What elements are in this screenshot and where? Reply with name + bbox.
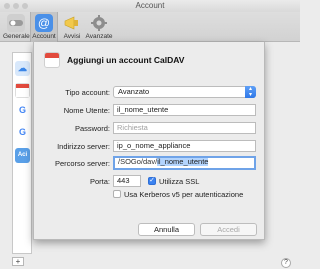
add-caldav-account-dialog: Aggiungi un account CalDAV Tipo account:… bbox=[33, 42, 265, 240]
percorso-server-field[interactable]: /SOGo/dav/il_nome_utente bbox=[113, 156, 256, 170]
tab-account[interactable]: @ Account bbox=[30, 12, 58, 42]
kerberos-label: Usa Kerberos v5 per autenticazione bbox=[124, 190, 244, 199]
megaphone-icon bbox=[63, 14, 81, 32]
account-list: ☁ G G Aci bbox=[12, 52, 32, 254]
indirizzo-server-field[interactable]: ip_o_nome_appliance bbox=[113, 140, 256, 152]
porta-label: Porta: bbox=[89, 177, 110, 186]
password-field[interactable]: Richiesta bbox=[113, 122, 256, 134]
gear-icon bbox=[90, 14, 108, 32]
cancel-button[interactable]: Annulla bbox=[138, 223, 195, 236]
dialog-title: Aggiungi un account CalDAV bbox=[67, 55, 185, 65]
exchange-icon[interactable]: Aci bbox=[15, 148, 30, 163]
kerberos-checkbox[interactable] bbox=[113, 190, 121, 198]
nome-utente-field[interactable]: il_nome_utente bbox=[113, 104, 256, 116]
indirizzo-server-label: Indirizzo server: bbox=[57, 142, 110, 151]
percorso-server-label: Percorso server: bbox=[54, 159, 110, 168]
preferences-toolbar: Generale @ Account Avvisi Avanzate bbox=[0, 12, 300, 42]
window-titlebar: Account bbox=[0, 0, 300, 12]
calendar-icon[interactable] bbox=[15, 83, 30, 98]
password-label: Password: bbox=[74, 124, 110, 133]
tab-account-label: Account bbox=[32, 33, 56, 40]
percorso-server-selection: il_nome_utente bbox=[157, 157, 209, 166]
at-sign-icon: @ bbox=[35, 14, 53, 32]
tipo-account-label: Tipo account: bbox=[65, 88, 110, 97]
tab-avvisi-label: Avvisi bbox=[63, 33, 81, 40]
tab-generale[interactable]: Generale bbox=[3, 12, 30, 42]
switch-icon bbox=[7, 14, 25, 32]
accedi-button[interactable]: Accedi bbox=[200, 223, 257, 236]
tipo-account-value: Avanzato bbox=[118, 87, 150, 96]
percorso-server-prefix: /SOGo/dav/ bbox=[118, 157, 158, 166]
ssl-label: Utilizza SSL bbox=[159, 177, 200, 186]
close-window-button[interactable] bbox=[4, 3, 10, 9]
ssl-checkbox[interactable]: ✓ bbox=[148, 177, 156, 185]
add-account-button[interactable]: + bbox=[12, 257, 24, 266]
tab-avanzate-label: Avanzate bbox=[85, 33, 113, 40]
zoom-window-button[interactable] bbox=[22, 3, 28, 9]
help-button[interactable]: ? bbox=[281, 258, 291, 268]
window-title: Account bbox=[135, 1, 165, 10]
tab-avanzate[interactable]: Avanzate bbox=[85, 12, 113, 42]
tipo-account-select[interactable]: Avanzato ▴ ▾ bbox=[113, 86, 256, 98]
tab-generale-label: Generale bbox=[3, 33, 30, 40]
porta-field[interactable]: 443 bbox=[113, 175, 141, 187]
google-icon[interactable]: G bbox=[15, 125, 30, 140]
google-icon[interactable]: G bbox=[15, 103, 30, 118]
tab-avvisi[interactable]: Avvisi bbox=[60, 12, 84, 42]
calendar-icon bbox=[44, 52, 60, 68]
icloud-icon[interactable]: ☁ bbox=[15, 61, 30, 76]
chevron-up-down-icon: ▴ ▾ bbox=[245, 86, 256, 98]
minimize-window-button[interactable] bbox=[13, 3, 19, 9]
nome-utente-label: Nome Utente: bbox=[63, 106, 110, 115]
